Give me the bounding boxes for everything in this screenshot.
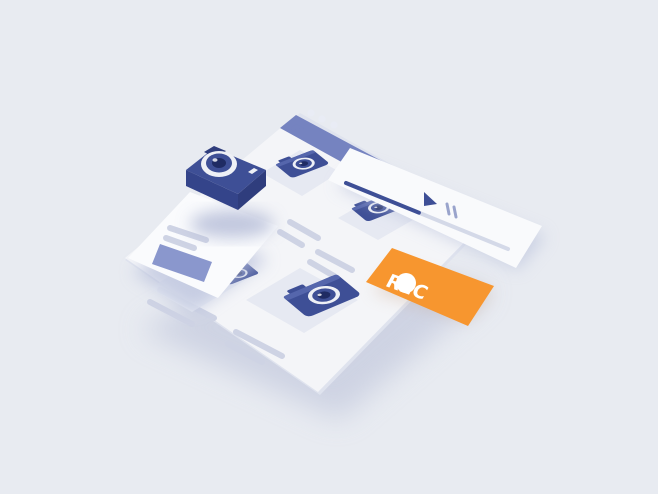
window-dot-3[interactable]	[330, 121, 338, 129]
window-dot-2[interactable]	[318, 115, 326, 123]
window-dot-1[interactable]	[307, 109, 315, 117]
isometric-illustration: REC	[125, 109, 546, 420]
